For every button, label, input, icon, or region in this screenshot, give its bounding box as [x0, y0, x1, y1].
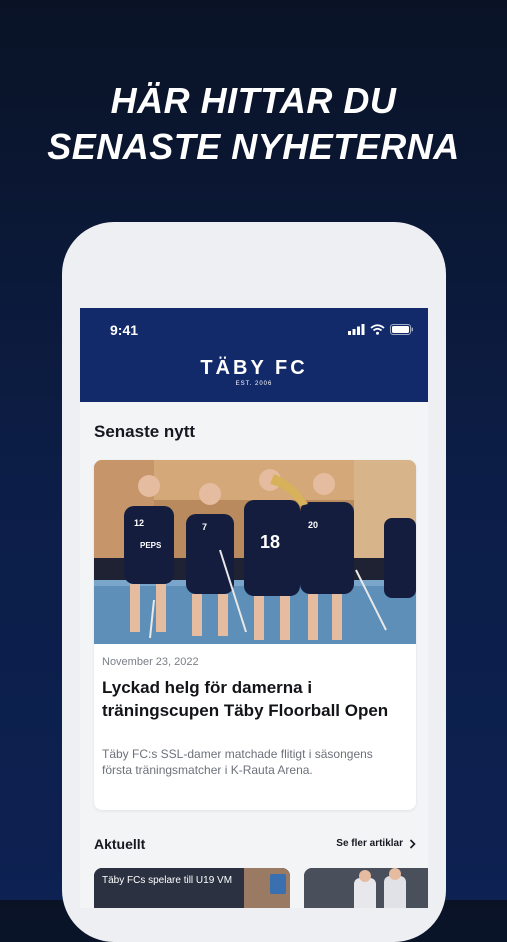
- article-title[interactable]: Lyckad helg för damerna i träningscupen …: [102, 676, 402, 722]
- article-tile-photo: [304, 868, 428, 908]
- article-tile-caption: Täby FCs spelare till U19 VM: [102, 875, 233, 886]
- status-time: 9:41: [110, 322, 139, 338]
- jersey-number-3: 18: [260, 532, 280, 552]
- latest-news-title: Senaste nytt: [94, 422, 196, 441]
- chevron-right-icon: [409, 838, 416, 849]
- see-more-label: Se fler artiklar: [336, 838, 403, 849]
- promo-headline-line1: HÄR HITTAR DU: [110, 80, 397, 121]
- article-photo: 12 7 18 20 PEPS: [94, 460, 416, 644]
- article-date: November 23, 2022: [102, 656, 199, 668]
- current-section-title: Aktuellt: [94, 836, 146, 852]
- sponsor-logo: PEPS: [140, 541, 162, 550]
- signal-icon: [348, 324, 365, 335]
- promo-headline: HÄR HITTAR DU SENASTE NYHETERNA: [0, 78, 507, 170]
- status-icons: [348, 324, 414, 335]
- see-more-articles-link[interactable]: Se fler artiklar: [336, 838, 416, 849]
- brand-name: TÄBY FC: [200, 357, 308, 379]
- jersey-number-1: 12: [134, 518, 144, 528]
- app-header: 9:41 TÄBY FC EST. 2006: [80, 308, 428, 402]
- battery-icon: [390, 324, 413, 335]
- brand-established: EST. 2006: [235, 381, 273, 387]
- brand-logo: TÄBY FC EST. 2006: [80, 358, 428, 387]
- jersey-number-2: 7: [202, 522, 207, 532]
- featured-article-card[interactable]: 12 7 18 20 PEPS November 23, 2022 Lyckad…: [94, 460, 416, 810]
- news-feed[interactable]: Senaste nytt 12 7 18 20 PEPS November 23…: [80, 402, 428, 908]
- jersey-number-4: 20: [308, 520, 318, 530]
- article-excerpt: Täby FC:s SSL-damer matchade flitigt i s…: [102, 747, 373, 777]
- phone-screen: 9:41 TÄBY FC EST. 2006 Senaste nytt 12 7…: [80, 308, 428, 908]
- wifi-icon: [370, 324, 385, 335]
- article-tile-photo: [94, 868, 290, 908]
- article-tile[interactable]: [304, 868, 428, 908]
- article-tile[interactable]: Täby FCs spelare till U19 VM: [94, 868, 290, 908]
- promo-headline-line2: SENASTE NYHETERNA: [47, 126, 460, 167]
